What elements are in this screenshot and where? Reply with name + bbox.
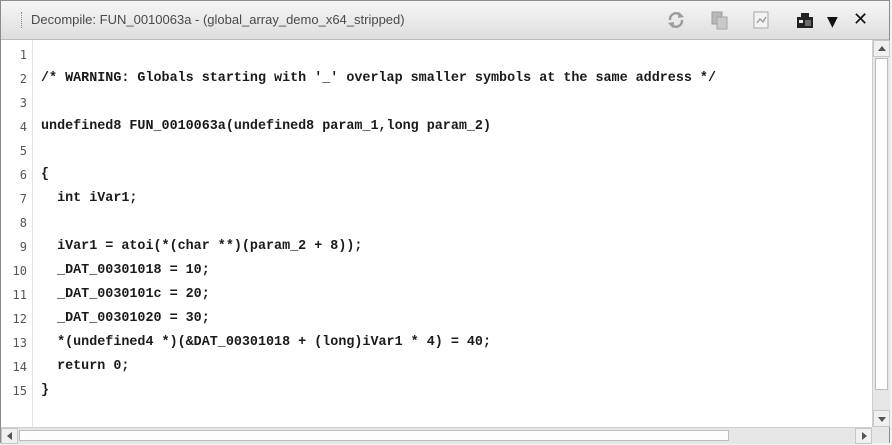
- code-text[interactable]: _DAT_00301018 = 10;: [41, 259, 210, 283]
- code-line: 1: [1, 43, 872, 67]
- code-text[interactable]: _DAT_00301020 = 30;: [41, 307, 210, 331]
- line-number: 3: [19, 96, 27, 110]
- scrollbar-corner: [872, 427, 889, 443]
- line-number: 12: [12, 312, 27, 326]
- code-editor[interactable]: 1 2 /* WARNING: Globals starting with '_…: [1, 40, 872, 427]
- line-number: 7: [19, 192, 27, 206]
- export-icon[interactable]: [749, 8, 773, 32]
- code-text[interactable]: {: [41, 163, 49, 187]
- code-line: 11 _DAT_0030101c = 20;: [1, 283, 872, 307]
- scroll-down-button[interactable]: [873, 410, 890, 427]
- code-text[interactable]: /* WARNING: Globals starting with '_' ov…: [41, 67, 716, 91]
- line-number: 10: [12, 264, 27, 278]
- vertical-scrollbar[interactable]: [872, 40, 890, 427]
- line-number: 8: [19, 216, 27, 230]
- horizontal-scroll-thumb[interactable]: [19, 430, 729, 441]
- line-number: 2: [19, 72, 27, 86]
- code-text[interactable]: *(undefined4 *)(&DAT_00301018 + (long)iV…: [41, 331, 491, 355]
- title-bar: Decompile: FUN_0010063a - (global_array_…: [1, 1, 889, 40]
- code-line: 7 int iVar1;: [1, 187, 872, 211]
- line-number: 1: [19, 48, 27, 62]
- code-line: 10 _DAT_00301018 = 10;: [1, 259, 872, 283]
- code-line: 2 /* WARNING: Globals starting with '_' …: [1, 67, 872, 91]
- line-number: 15: [12, 384, 27, 398]
- code-text[interactable]: }: [41, 379, 49, 403]
- line-number: 9: [19, 240, 27, 254]
- line-number: 4: [19, 120, 27, 134]
- scroll-right-button[interactable]: [855, 428, 872, 444]
- copy-icon[interactable]: [707, 8, 731, 32]
- code-text[interactable]: iVar1 = atoi(*(char **)(param_2 + 8));: [41, 235, 362, 259]
- code-line: 3: [1, 91, 872, 115]
- code-line: 14 return 0;: [1, 355, 872, 379]
- line-number: 14: [12, 360, 27, 374]
- scroll-left-button[interactable]: [1, 428, 18, 444]
- line-number: 11: [12, 288, 27, 302]
- drag-grip[interactable]: [21, 12, 24, 28]
- code-text[interactable]: return 0;: [41, 355, 129, 379]
- snapshot-icon[interactable]: [793, 8, 817, 32]
- code-text[interactable]: int iVar1;: [41, 187, 137, 211]
- code-text[interactable]: undefined8 FUN_0010063a(undefined8 param…: [41, 115, 491, 139]
- menu-dropdown-icon[interactable]: ▼: [827, 12, 838, 32]
- line-number: 13: [12, 336, 27, 350]
- decompiler-window: Decompile: FUN_0010063a - (global_array_…: [0, 0, 890, 444]
- close-icon[interactable]: ✕: [853, 10, 868, 30]
- code-line: 5: [1, 139, 872, 163]
- code-line: 6 {: [1, 163, 872, 187]
- code-line: 4 undefined8 FUN_0010063a(undefined8 par…: [1, 115, 872, 139]
- line-number: 5: [19, 144, 27, 158]
- code-line: 13 *(undefined4 *)(&DAT_00301018 + (long…: [1, 331, 872, 355]
- vertical-scroll-thumb[interactable]: [875, 58, 888, 390]
- code-line: 9 iVar1 = atoi(*(char **)(param_2 + 8));: [1, 235, 872, 259]
- horizontal-scrollbar[interactable]: [1, 427, 872, 444]
- scroll-up-button[interactable]: [873, 40, 890, 57]
- code-line: 12 _DAT_00301020 = 30;: [1, 307, 872, 331]
- window-title: Decompile: FUN_0010063a - (global_array_…: [31, 12, 405, 27]
- code-line: 8: [1, 211, 872, 235]
- code-text[interactable]: _DAT_0030101c = 20;: [41, 283, 210, 307]
- refresh-icon[interactable]: [664, 8, 688, 32]
- code-line: 15 }: [1, 379, 872, 403]
- line-number: 6: [19, 168, 27, 182]
